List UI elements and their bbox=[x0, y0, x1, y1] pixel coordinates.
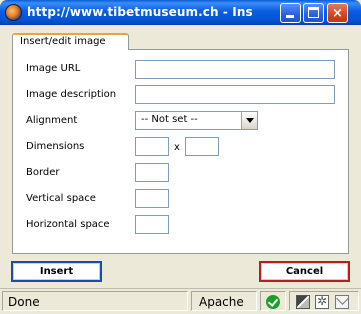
dom-inspector-icon[interactable] bbox=[296, 295, 310, 309]
addons-cell bbox=[289, 291, 359, 311]
status-cell: Done bbox=[2, 291, 188, 311]
vertical-space-label: Vertical space bbox=[26, 193, 96, 204]
tab-insert-edit-image[interactable]: Insert/edit image bbox=[12, 33, 129, 50]
status-text: Done bbox=[8, 295, 40, 309]
dimensions-label: Dimensions bbox=[26, 141, 85, 152]
tab-label: Insert/edit image bbox=[20, 36, 106, 47]
alignment-label: Alignment bbox=[26, 115, 78, 126]
extension-icon[interactable] bbox=[315, 294, 329, 309]
width-input[interactable] bbox=[135, 137, 169, 156]
minimize-icon bbox=[286, 15, 294, 18]
cancel-button[interactable]: Cancel bbox=[259, 261, 350, 282]
minimize-button[interactable] bbox=[280, 3, 301, 23]
image-description-input[interactable] bbox=[135, 85, 335, 104]
close-icon: × bbox=[332, 6, 343, 21]
horizontal-space-label: Horizontal space bbox=[26, 219, 110, 230]
border-input[interactable] bbox=[135, 163, 169, 182]
title-bar[interactable]: http://www.tibetmuseum.ch - Ins × bbox=[0, 0, 361, 25]
height-input[interactable] bbox=[185, 137, 219, 156]
image-description-label: Image description bbox=[26, 89, 117, 100]
horizontal-space-input[interactable] bbox=[135, 215, 169, 234]
alignment-select[interactable]: -- Not set -- bbox=[135, 111, 258, 130]
image-url-label: Image URL bbox=[26, 63, 81, 74]
firefox-icon[interactable] bbox=[5, 4, 22, 21]
ok-icon[interactable] bbox=[266, 295, 280, 309]
image-url-input[interactable] bbox=[135, 60, 335, 79]
insert-button[interactable]: Insert bbox=[11, 261, 102, 282]
border-label: Border bbox=[26, 167, 60, 178]
image-properties-panel: Image URL Image description Alignment --… bbox=[12, 49, 349, 254]
vertical-space-input[interactable] bbox=[135, 189, 169, 208]
maximize-button[interactable] bbox=[303, 3, 324, 23]
server-cell: Apache bbox=[191, 291, 257, 311]
maximize-icon bbox=[308, 7, 319, 18]
window-title: http://www.tibetmuseum.ch - Ins bbox=[27, 5, 253, 19]
security-cell[interactable] bbox=[260, 291, 286, 311]
server-text: Apache bbox=[199, 295, 244, 309]
status-bar: Done Apache bbox=[0, 288, 361, 314]
close-button[interactable]: × bbox=[327, 3, 348, 23]
chevron-down-icon[interactable] bbox=[241, 112, 257, 129]
dimensions-separator: x bbox=[174, 142, 180, 153]
mail-icon[interactable] bbox=[335, 295, 349, 309]
alignment-selected-value: -- Not set -- bbox=[141, 114, 198, 125]
